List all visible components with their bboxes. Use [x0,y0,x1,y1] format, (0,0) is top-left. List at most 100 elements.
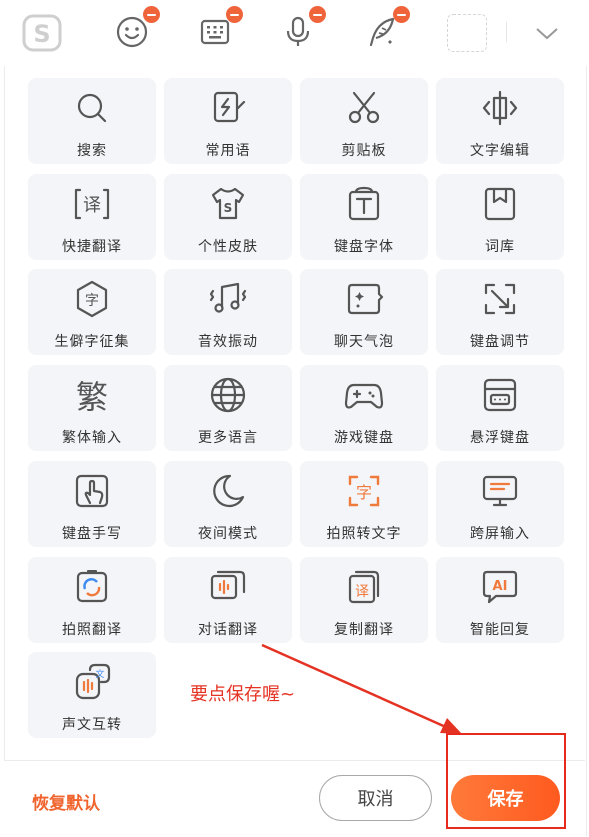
tool-tile[interactable]: 聊天气泡 [300,269,428,356]
font-icon [348,186,380,220]
tool-tile-label: 快捷翻译 [62,238,122,255]
text-edit-icon [482,90,518,126]
chevron-down-icon [536,28,558,40]
tool-tile[interactable]: 游戏键盘 [300,365,428,452]
tool-tile-label: 剪贴板 [341,143,387,159]
tool-tile[interactable]: 词库 [436,173,564,260]
chat-bubble-icon [347,284,384,315]
emoji-button[interactable] [112,6,160,52]
tool-tile-label: 智能回复 [470,621,530,638]
copy-translate-icon: 译 [348,570,380,603]
tool-tile[interactable]: 字生僻字征集 [28,269,156,356]
tool-tile-label: 个性皮肤 [198,238,258,255]
tool-tile[interactable]: 剪贴板 [300,78,428,164]
tool-tile[interactable]: 译复制翻译 [300,556,428,643]
voice-button[interactable] [278,6,326,52]
tool-tile[interactable]: 常用语 [164,78,292,164]
voice-text-icon: 文 [75,664,111,700]
dialog-translate-icon [210,570,246,599]
keyboard-toolbar: S [0,0,589,66]
tool-tile[interactable]: S 个性皮肤 [164,173,292,260]
empty-slot[interactable] [447,14,487,52]
svg-text:AI: AI [493,579,508,594]
cross-screen-icon [482,475,518,506]
tool-tile[interactable]: 键盘调节 [436,269,564,356]
tool-tile-label: 生僻字征集 [54,334,130,351]
gamepad-icon [344,383,384,409]
tool-tile-label: 拍照翻译 [62,621,122,638]
svg-text:译: 译 [355,584,369,600]
tool-tile[interactable]: 文字编辑 [436,78,564,164]
tool-tile-label: 声文互转 [62,717,122,734]
tool-tile-label: 搜索 [77,143,107,159]
tool-tile[interactable]: 对话翻译 [164,556,292,643]
tool-tile-label: 游戏键盘 [334,430,394,447]
tool-tile-label: 键盘调节 [470,334,530,351]
dictionary-icon [484,187,516,220]
tool-tile[interactable]: 夜间模式 [164,460,292,547]
tool-tile-label: 词库 [485,238,515,255]
tool-tile-label: 键盘手写 [62,525,122,542]
remove-badge-icon[interactable] [309,6,326,23]
tool-tile-label: 文字编辑 [470,143,530,159]
photo-translate-icon [76,569,108,602]
tool-tile[interactable]: 拍照翻译 [28,556,156,643]
remove-badge-icon[interactable] [143,6,160,23]
tool-tile[interactable]: 跨屏输入 [436,460,564,547]
tool-tile-label: 夜间模式 [198,525,258,542]
phrases-icon [213,91,246,123]
tool-tile-label: 聊天气泡 [334,334,394,351]
traditional-char-icon: 繁 [76,378,108,415]
translate-icon: 译 [74,188,110,219]
ai-reply-icon: AI [482,570,518,603]
svg-text:繁: 繁 [76,378,108,415]
tool-tile[interactable]: 搜索 [28,78,156,164]
svg-text:S: S [224,201,233,215]
svg-text:文: 文 [95,668,104,680]
resize-icon [484,284,516,315]
tool-tile-label: 常用语 [205,143,251,159]
highlight-box [446,733,566,829]
restore-default-button[interactable]: 恢复默认 [32,789,100,814]
tool-tile-label: 对话翻译 [198,621,258,638]
moon-icon [213,474,245,507]
floating-keyboard-icon [483,378,517,412]
tool-tile[interactable]: 文声文互转 [28,652,156,739]
tool-tile[interactable]: 键盘字体 [300,173,428,260]
scissors-icon [348,91,380,124]
tool-tile[interactable]: 悬浮键盘 [436,365,564,452]
tool-tile[interactable]: 繁繁体输入 [28,365,156,452]
music-vibrate-icon [209,283,247,313]
tool-tile-label: 悬浮键盘 [470,430,530,447]
rare-char-icon: 字 [76,281,108,318]
tshirt-icon: S [211,187,245,219]
remove-badge-icon[interactable] [226,6,243,23]
svg-text:S: S [33,20,50,48]
svg-text:字: 字 [356,483,372,502]
photo-text-icon: 字 [348,475,380,506]
tool-tile[interactable]: 键盘手写 [28,460,156,547]
tool-tile[interactable]: 音效振动 [164,269,292,356]
remove-badge-icon[interactable] [393,6,410,23]
tool-tile[interactable]: 译快捷翻译 [28,173,156,260]
tool-tile-label: 拍照转文字 [326,525,402,542]
tool-tile-label: 音效振动 [198,334,258,351]
sogou-logo-icon[interactable]: S [22,14,62,52]
tool-tile[interactable]: 更多语言 [164,365,292,452]
globe-icon [210,377,246,413]
tool-tile-label: 复制翻译 [334,621,394,638]
handwriting-button[interactable] [362,6,410,52]
svg-text:字: 字 [85,293,99,309]
tool-tile-label: 繁体输入 [62,430,122,447]
tool-tile[interactable]: 字拍照转文字 [300,460,428,547]
search-icon [77,93,107,123]
keyboard-button[interactable] [195,6,243,52]
collapse-button[interactable] [532,20,562,46]
toolbar-divider [506,22,507,42]
cancel-button[interactable]: 取消 [319,775,432,821]
tool-tile-label: 键盘字体 [334,238,394,255]
tool-tile-label: 跨屏输入 [470,525,530,542]
tool-tile[interactable]: AI 智能回复 [436,556,564,643]
annotation-text: 要点保存喔~ [190,684,296,705]
handwrite-icon [75,474,109,507]
